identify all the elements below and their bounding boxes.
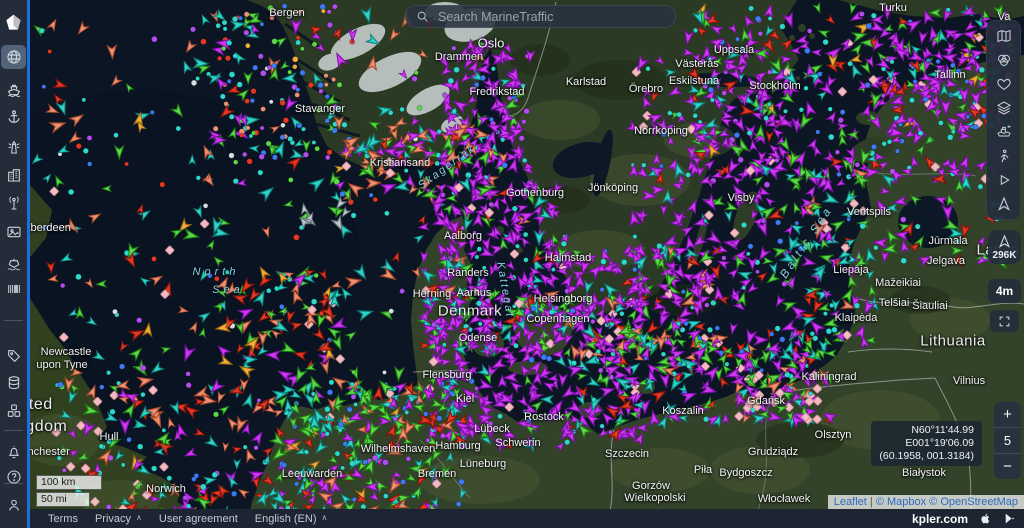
- sidebar-item-lights[interactable]: [1, 135, 26, 159]
- sidebar-item-containers[interactable]: [1, 277, 26, 301]
- ports-icon: [6, 109, 22, 125]
- live-map-icon: [6, 49, 22, 65]
- map-canvas[interactable]: BergenOsloDrammenFredrikstadKarlstadÖreb…: [0, 0, 1024, 528]
- attribution-separator: |: [867, 496, 876, 508]
- sidebar-item-account[interactable]: [1, 493, 26, 517]
- filters-icon: [996, 52, 1012, 68]
- mapbox-link[interactable]: © Mapbox: [876, 496, 926, 508]
- tags-icon: [6, 348, 22, 364]
- kpler-link[interactable]: kpler.com: [912, 512, 968, 526]
- containers-icon: [6, 281, 22, 297]
- map-style-icon: [996, 28, 1012, 44]
- lights-icon: [6, 139, 22, 155]
- map-style-button[interactable]: [987, 25, 1020, 47]
- sidebar-accent-line: [27, 0, 30, 528]
- osm-link[interactable]: © OpenStreetMap: [929, 496, 1018, 508]
- sidebar-divider: [4, 430, 23, 431]
- coordinates-decimal: (60.1958, 001.3184): [879, 450, 974, 463]
- integrations-icon: [6, 403, 22, 419]
- search-icon: [416, 10, 429, 23]
- leaflet-link[interactable]: Leaflet: [834, 496, 867, 508]
- vessel-arrow-icon: [997, 234, 1012, 249]
- sidebar-item-live-map[interactable]: [1, 45, 26, 69]
- playback-button[interactable]: [987, 169, 1020, 191]
- sidebar-item-photos[interactable]: [1, 220, 26, 244]
- google-play-icon[interactable]: [1003, 512, 1016, 525]
- left-sidebar: [0, 0, 27, 528]
- port-calls-icon: [6, 256, 22, 272]
- vessels-icon: [6, 82, 22, 98]
- fullscreen-button[interactable]: [990, 310, 1019, 332]
- sidebar-item-stations[interactable]: [1, 191, 26, 215]
- sidebar-item-data-services[interactable]: [1, 371, 26, 395]
- vessel-filters-icon: [996, 124, 1012, 140]
- footer-links: Terms Privacy∧ User agreement English (EN)∧: [48, 513, 327, 525]
- vessel-count-button[interactable]: 296K: [988, 230, 1021, 264]
- sidebar-divider: [4, 320, 23, 321]
- search-input[interactable]: [436, 9, 665, 25]
- sidebar-item-notifications[interactable]: [1, 440, 26, 464]
- my-routes-icon: [996, 148, 1012, 164]
- map-layers-icon: [996, 100, 1012, 116]
- marinetraffic-app: BergenOsloDrammenFredrikstadKarlstadÖreb…: [0, 0, 1024, 528]
- my-routes-button[interactable]: [987, 145, 1020, 167]
- zoom-control: + 5 −: [994, 402, 1021, 479]
- playback-icon: [996, 172, 1012, 188]
- vessel-positions-icon: [996, 196, 1012, 212]
- time-filter-button[interactable]: 4m: [988, 279, 1021, 303]
- vessel-count-value: 296K: [993, 250, 1017, 261]
- scale-km: 100 km: [36, 475, 102, 490]
- notifications-icon: [6, 444, 22, 460]
- sidebar-item-marinetraffic-logo[interactable]: [1, 10, 26, 34]
- fullscreen-icon: [998, 315, 1011, 328]
- footer-link-terms[interactable]: Terms: [48, 513, 78, 525]
- footer-link-user-agreement[interactable]: User agreement: [159, 513, 238, 525]
- marinetraffic-logo-icon: [4, 13, 23, 32]
- cursor-coordinates: N60°11'44.99 E001°19'06.09 (60.1958, 001…: [871, 421, 982, 466]
- data-services-icon: [6, 375, 22, 391]
- photos-icon: [6, 224, 22, 240]
- favorites-button[interactable]: [987, 73, 1020, 95]
- sidebar-item-vessels[interactable]: [1, 78, 26, 102]
- apple-icon[interactable]: [979, 512, 992, 525]
- footer-link-privacy[interactable]: Privacy∧: [95, 513, 142, 525]
- scale-mi: 50 mi: [36, 492, 90, 507]
- companies-icon: [6, 167, 22, 183]
- sidebar-item-ports[interactable]: [1, 105, 26, 129]
- account-icon: [6, 497, 22, 513]
- zoom-in-button[interactable]: +: [994, 402, 1021, 427]
- favorites-icon: [996, 76, 1012, 92]
- map-scale: 100 km 50 mi: [36, 475, 102, 509]
- vessel-filters-button[interactable]: [987, 121, 1020, 143]
- footer-link-english-en-[interactable]: English (EN)∧: [255, 513, 328, 525]
- coordinates-dms-lat: N60°11'44.99: [879, 424, 974, 437]
- map-layers-button[interactable]: [987, 97, 1020, 119]
- map-attribution: Leaflet | © Mapbox © OpenStreetMap: [828, 495, 1024, 509]
- sidebar-item-integrations[interactable]: [1, 399, 26, 423]
- chevron-up-icon: ∧: [322, 513, 328, 522]
- coordinates-dms-lon: E001°19'06.09: [879, 437, 974, 450]
- zoom-level: 5: [994, 427, 1021, 453]
- chevron-up-icon: ∧: [136, 513, 142, 522]
- sidebar-item-companies[interactable]: [1, 163, 26, 187]
- search-bar[interactable]: [405, 5, 676, 28]
- bottom-bar: Terms Privacy∧ User agreement English (EN)∧…: [0, 509, 1024, 528]
- sidebar-item-port-calls[interactable]: [1, 252, 26, 276]
- stations-icon: [6, 195, 22, 211]
- sidebar-item-tags[interactable]: [1, 344, 26, 368]
- sidebar-item-help[interactable]: [1, 465, 26, 489]
- sidebar-divider: [4, 483, 23, 484]
- zoom-out-button[interactable]: −: [994, 453, 1021, 479]
- right-toolbar: [986, 20, 1021, 220]
- basemap-imagery: [0, 0, 1024, 528]
- filters-button[interactable]: [987, 49, 1020, 71]
- vessel-positions-button[interactable]: [987, 193, 1020, 215]
- brand-group: kpler.com: [912, 512, 1016, 526]
